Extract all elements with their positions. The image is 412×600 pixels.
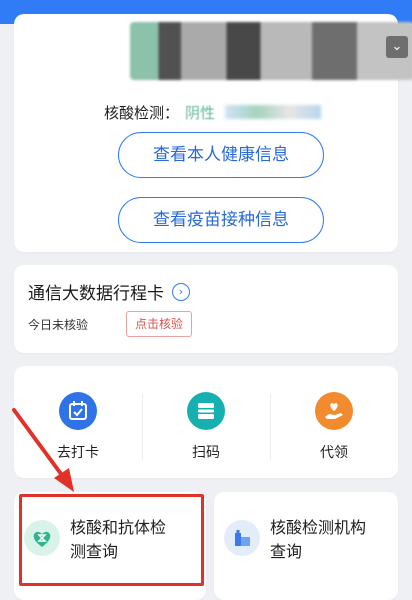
proxy-collect-label: 代领 (320, 445, 348, 461)
health-info-card: ⌄ 核酸检测： 阴性 查看本人健康信息 查看疫苗接种信息 (14, 14, 412, 252)
trip-status-text: 今日未核验 (28, 318, 89, 332)
nucleic-test-result: 阴性 (185, 103, 216, 122)
testing-facility-query-text: 核酸检测机构 查询 (270, 516, 366, 564)
testing-facility-query-card[interactable]: 核酸检测机构 查询 (214, 492, 398, 600)
chevron-down-icon[interactable]: ⌄ (386, 36, 408, 58)
nucleic-test-row: 核酸检测： 阴性 (104, 101, 322, 123)
quick-actions-card: 去打卡 扫码 代领 (14, 366, 398, 478)
highlight-box (19, 494, 204, 586)
check-in-action[interactable]: 去打卡 (14, 392, 142, 472)
chevron-right-icon[interactable]: › (172, 282, 190, 301)
scan-label: 扫码 (192, 445, 220, 461)
view-vaccine-info-button[interactable]: 查看疫苗接种信息 (118, 197, 324, 243)
view-health-info-button[interactable]: 查看本人健康信息 (118, 132, 324, 178)
nucleic-test-label: 核酸检测： (104, 103, 180, 122)
scan-action[interactable]: 扫码 (142, 392, 270, 472)
check-in-label: 去打卡 (57, 445, 99, 461)
hand-heart-icon (315, 392, 353, 430)
trip-card-title-row[interactable]: 通信大数据行程卡 › (28, 279, 190, 304)
blurred-personal-info (130, 22, 412, 80)
scan-icon (187, 392, 225, 430)
proxy-collect-action[interactable]: 代领 (270, 392, 398, 472)
hospital-building-icon (224, 520, 260, 556)
masked-test-date (225, 105, 322, 119)
calendar-check-icon (59, 392, 97, 430)
query-line-2: 查询 (270, 542, 303, 561)
trip-card[interactable]: 通信大数据行程卡 › 今日未核验 点击核验 (14, 265, 398, 353)
trip-card-title: 通信大数据行程卡 (28, 284, 164, 304)
query-line-1: 核酸检测机构 (270, 518, 367, 537)
verify-button[interactable]: 点击核验 (126, 311, 193, 337)
